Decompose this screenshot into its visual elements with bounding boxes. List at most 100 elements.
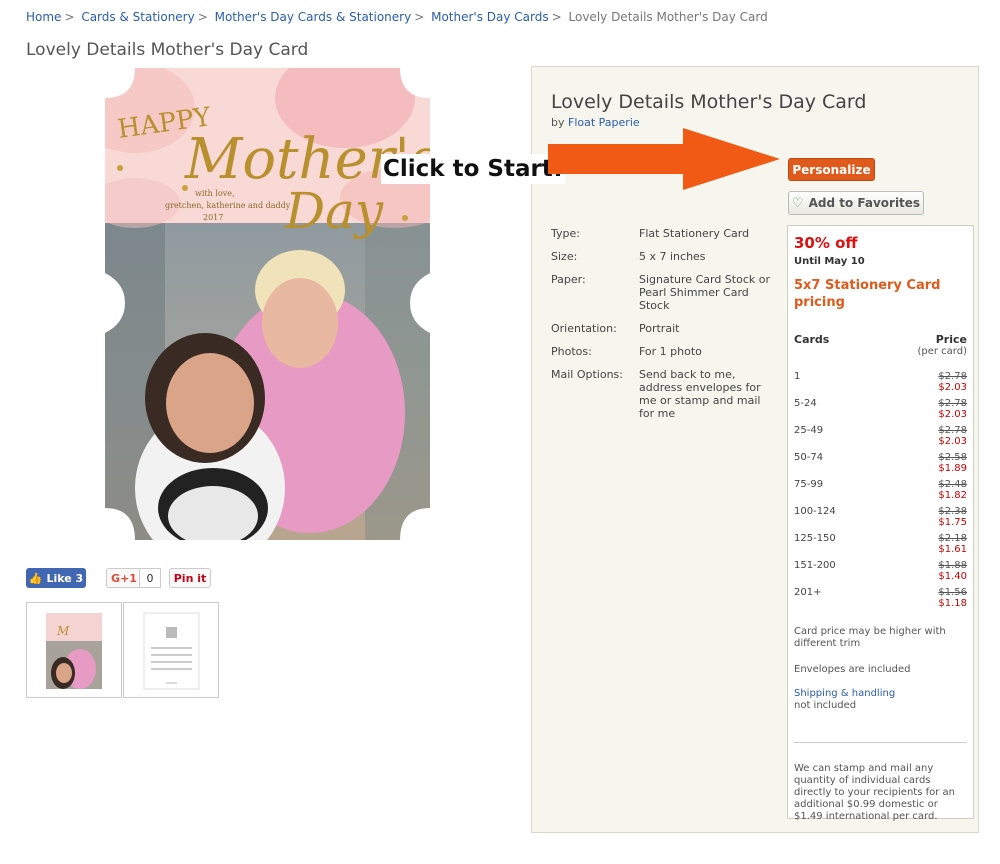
spec-row-photos: Photos: For 1 photo <box>551 345 781 358</box>
pinterest-pin-button[interactable]: Pin it <box>169 568 211 588</box>
click-to-start-annotation: Click to Start! <box>381 154 566 184</box>
add-to-favorites-button[interactable]: ♡ Add to Favorites <box>788 191 924 215</box>
old-price: $1.88 <box>938 560 967 571</box>
table-row: 75-99 $2.48 $1.82 <box>794 479 967 501</box>
breadcrumb-home[interactable]: Home <box>26 10 61 24</box>
divider <box>794 742 967 743</box>
spec-value: For 1 photo <box>639 345 702 358</box>
new-price: $1.61 <box>938 544 967 555</box>
row-qty: 125-150 <box>794 533 836 544</box>
card-preview-image[interactable]: HAPPY Mother's Day with love, gretchen, … <box>95 68 440 540</box>
row-qty: 100-124 <box>794 506 836 517</box>
svg-text:M: M <box>56 624 70 638</box>
old-price: $2.78 <box>938 425 967 436</box>
row-qty: 5-24 <box>794 398 817 409</box>
table-row: 25-49 $2.78 $2.03 <box>794 425 967 447</box>
spec-value: Send back to me, address envelopes for m… <box>639 368 761 420</box>
breadcrumb-current: Lovely Details Mother's Day Card <box>568 10 768 24</box>
table-row: 50-74 $2.58 $1.89 <box>794 452 967 474</box>
google-plus-count: 0 <box>139 568 161 588</box>
old-price: $2.78 <box>938 371 967 382</box>
spec-value: Signature Card Stock or Pearl Shimmer Ca… <box>639 273 770 312</box>
old-price: $2.78 <box>938 398 967 409</box>
thumbnail-back[interactable] <box>123 602 219 698</box>
new-price: $2.03 <box>938 382 967 393</box>
spec-row-paper: Paper: Signature Card Stock or Pearl Shi… <box>551 273 781 312</box>
row-qty: 75-99 <box>794 479 824 490</box>
discount-until: Until May 10 <box>794 256 865 267</box>
pricing-title: 5x7 Stationery Card pricing <box>794 278 941 310</box>
card-day-text: Day <box>284 182 384 240</box>
product-title: Lovely Details Mother's Day Card <box>551 91 867 113</box>
new-price: $1.82 <box>938 490 967 501</box>
breadcrumb-mothers-day-stationery[interactable]: Mother's Day Cards & Stationery <box>215 10 412 24</box>
table-row: 201+ $1.56 $1.18 <box>794 587 967 609</box>
breadcrumb-separator: > <box>551 10 562 24</box>
heart-icon: ♡ <box>791 195 804 211</box>
thumbs-up-icon: 👍 <box>28 571 43 585</box>
new-price: $2.03 <box>938 436 967 447</box>
trim-note: Card price may be higher with different … <box>794 626 946 649</box>
table-row: 151-200 $1.88 $1.40 <box>794 560 967 582</box>
page-title: Lovely Details Mother's Day Card <box>26 40 309 60</box>
col-price-sub: (per card) <box>917 346 967 357</box>
breadcrumb-separator: > <box>64 10 75 24</box>
col-cards: Cards <box>794 333 830 346</box>
add-to-favorites-label: Add to Favorites <box>808 196 921 210</box>
new-price: $1.18 <box>938 598 967 609</box>
breadcrumb-mothers-day-cards[interactable]: Mother's Day Cards <box>431 10 549 24</box>
new-price: $1.75 <box>938 517 967 528</box>
new-price: $1.40 <box>938 571 967 582</box>
spec-key: Mail Options: <box>551 368 623 381</box>
breadcrumb-cards-stationery[interactable]: Cards & Stationery <box>81 10 194 24</box>
spec-row-type: Type: Flat Stationery Card <box>551 227 781 240</box>
thumbnail-front[interactable]: M <box>26 602 122 698</box>
breadcrumb: Home > Cards & Stationery > Mother's Day C… <box>26 10 768 24</box>
google-plus-button[interactable]: G+1 <box>106 568 142 588</box>
old-price: $2.38 <box>938 506 967 517</box>
spec-row-orientation: Orientation: Portrait <box>551 322 781 335</box>
personalize-button[interactable]: Personalize <box>788 158 875 181</box>
pricing-table-header: Cards Price <box>794 333 967 346</box>
row-qty: 151-200 <box>794 560 836 571</box>
row-qty: 1 <box>794 371 801 382</box>
pricing-box: 30% off Until May 10 5x7 Stationery Card… <box>787 225 974 822</box>
col-price: Price <box>935 333 967 346</box>
facebook-like-button[interactable]: 👍 Like 3 <box>26 568 86 588</box>
shipping-note-text: not included <box>794 700 857 711</box>
spec-row-size: Size: 5 x 7 inches <box>551 250 781 263</box>
mail-note: We can stamp and mail any quantity of in… <box>794 763 955 822</box>
table-row: 125-150 $2.18 $1.61 <box>794 533 967 555</box>
spec-key: Size: <box>551 250 578 263</box>
spec-key: Photos: <box>551 345 592 358</box>
row-qty: 25-49 <box>794 425 824 436</box>
old-price: $1.56 <box>938 587 967 598</box>
row-qty: 201+ <box>794 587 822 598</box>
facebook-like-label: Like 3 <box>46 571 84 585</box>
envelopes-note: Envelopes are included <box>794 664 911 675</box>
arrow-right-icon <box>548 128 780 190</box>
spec-value: Flat Stationery Card <box>639 227 750 240</box>
card-year: 2017 <box>203 213 223 222</box>
old-price: $2.18 <box>938 533 967 544</box>
old-price: $2.48 <box>938 479 967 490</box>
breadcrumb-separator: > <box>197 10 208 24</box>
shipping-note: Shipping & handling not included <box>794 688 967 712</box>
spec-key: Orientation: <box>551 322 617 335</box>
spec-key: Type: <box>551 227 580 240</box>
old-price: $2.58 <box>938 452 967 463</box>
new-price: $2.03 <box>938 409 967 420</box>
product-specs: Type: Flat Stationery Card Size: 5 x 7 i… <box>551 227 781 430</box>
table-row: 5-24 $2.78 $2.03 <box>794 398 967 420</box>
spec-key: Paper: <box>551 273 586 286</box>
table-row: 100-124 $2.38 $1.75 <box>794 506 967 528</box>
card-signature-line1: with love, <box>195 189 235 198</box>
shipping-handling-link[interactable]: Shipping & handling <box>794 688 895 699</box>
table-row: 1 $2.78 $2.03 <box>794 371 967 393</box>
spec-value: Portrait <box>639 322 680 335</box>
row-qty: 50-74 <box>794 452 824 463</box>
spec-row-mail-options: Mail Options: Send back to me, address e… <box>551 368 781 420</box>
new-price: $1.89 <box>938 463 967 474</box>
discount-label: 30% off <box>794 234 858 252</box>
card-signature-line2: gretchen, katherine and daddy <box>165 201 291 210</box>
